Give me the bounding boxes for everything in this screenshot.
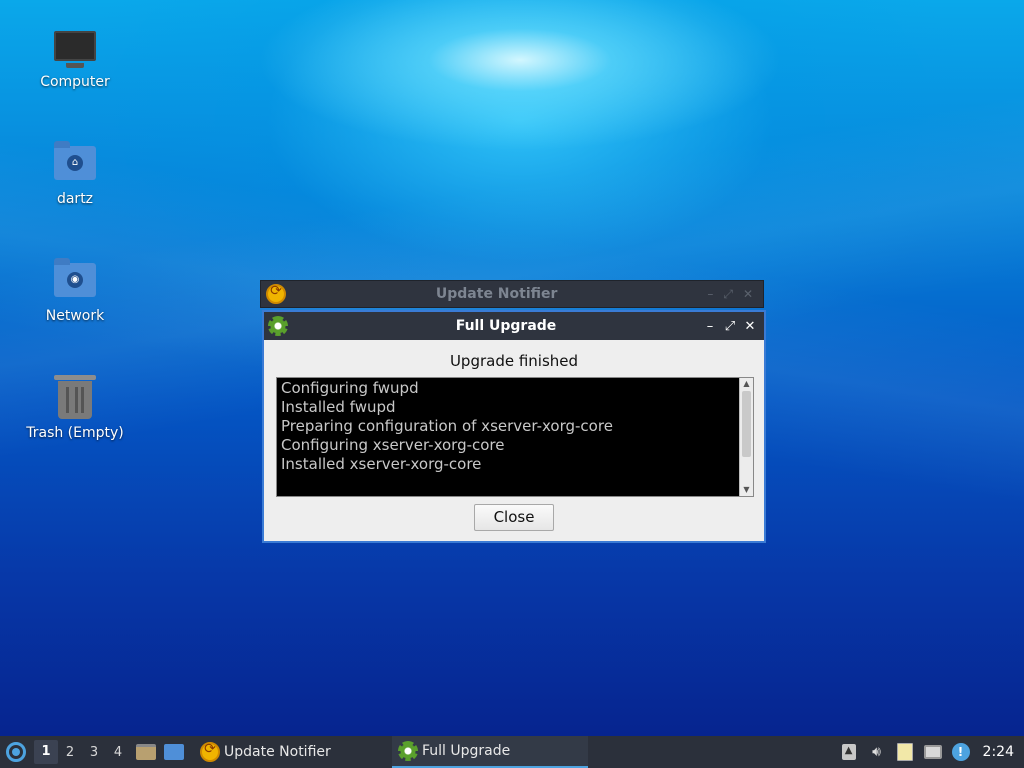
file-manager-icon <box>136 744 156 760</box>
network-folder-icon: ◉ <box>51 256 99 304</box>
task-label: Full Upgrade <box>422 743 511 759</box>
desktop-icon-trash[interactable]: Trash (Empty) <box>10 373 140 441</box>
desktop-icon-label: dartz <box>56 191 94 207</box>
full-upgrade-window[interactable]: Full Upgrade – ⤢ ✕ Upgrade finished Conf… <box>262 310 766 543</box>
show-desktop-icon <box>164 744 184 760</box>
status-heading: Upgrade finished <box>449 352 579 370</box>
log-line: Preparing configuration of xserver-xorg-… <box>281 417 613 435</box>
volume-button[interactable]: 🔊︎ <box>867 742 887 762</box>
log-line: Configuring xserver-xorg-core <box>281 436 505 454</box>
workspace-3[interactable]: 3 <box>82 745 106 760</box>
workspace-2[interactable]: 2 <box>58 745 82 760</box>
log-line: Installed fwupd <box>281 398 396 416</box>
desktop-icon-label: Network <box>45 308 105 324</box>
system-tray: ▲ 🔊︎ ! 2:24 <box>839 742 1024 762</box>
desktop-icon-label: Trash (Empty) <box>26 425 124 441</box>
show-desktop-button[interactable] <box>162 740 186 764</box>
gear-icon <box>268 316 288 336</box>
file-manager-launcher[interactable] <box>134 740 158 764</box>
clock[interactable]: 2:24 <box>979 744 1020 760</box>
log-lines: Configuring fwupd Installed fwupd Prepar… <box>277 378 739 496</box>
scrollbar-thumb[interactable] <box>742 391 751 457</box>
update-notifier-icon <box>200 741 220 762</box>
clipboard-icon <box>896 743 913 761</box>
home-folder-icon: ⌂ <box>51 139 99 187</box>
computer-icon <box>51 22 99 70</box>
close-button[interactable]: Close <box>474 504 554 531</box>
close-window-button[interactable]: ✕ <box>740 319 760 334</box>
log-output[interactable]: Configuring fwupd Installed fwupd Prepar… <box>276 377 754 497</box>
window-title: Update Notifier <box>435 286 558 302</box>
desktop-icon-network[interactable]: ◉ Network <box>10 256 140 324</box>
desktop-icon-home[interactable]: ⌂ dartz <box>10 139 140 207</box>
volume-icon: 🔊︎ <box>872 744 881 760</box>
update-notifier-window[interactable]: Update Notifier – ⤢ ✕ <box>260 280 764 308</box>
taskbar: 1 2 3 4 Update Notifier Full Upgrade ▲ 🔊… <box>0 736 1024 768</box>
task-label: Update Notifier <box>224 744 331 760</box>
removable-media-button[interactable]: ▲ <box>839 742 859 762</box>
log-scrollbar[interactable]: ▲ ▼ <box>739 378 753 496</box>
desktop-icon-computer[interactable]: Computer <box>10 22 140 90</box>
clipboard-button[interactable] <box>895 742 915 762</box>
network-button[interactable] <box>923 742 943 762</box>
log-line: Configuring fwupd <box>281 379 419 397</box>
window-title: Full Upgrade <box>455 318 557 334</box>
network-icon <box>923 745 942 759</box>
desktop-icon-label: Computer <box>40 74 110 90</box>
trash-icon <box>51 373 99 421</box>
lxqt-menu-icon <box>6 742 26 762</box>
task-full-upgrade[interactable]: Full Upgrade <box>392 736 588 768</box>
log-line: Installed xserver-xorg-core <box>281 455 482 473</box>
eject-icon: ▲ <box>841 744 856 760</box>
update-notifier-icon <box>266 283 286 304</box>
task-update-notifier[interactable]: Update Notifier <box>194 736 384 768</box>
update-notification-button[interactable]: ! <box>951 742 971 762</box>
gear-icon <box>398 741 418 761</box>
workspace-1[interactable]: 1 <box>34 740 58 764</box>
maximize-button[interactable]: ⤢ <box>723 287 733 302</box>
maximize-button[interactable]: ⤢ <box>720 319 740 334</box>
minimize-button[interactable]: – <box>707 287 713 302</box>
scroll-up-icon[interactable]: ▲ <box>740 378 753 390</box>
title-bar[interactable]: Full Upgrade – ⤢ ✕ <box>264 312 764 340</box>
scroll-down-icon[interactable]: ▼ <box>740 484 753 496</box>
start-menu-button[interactable] <box>2 738 30 766</box>
minimize-button[interactable]: – <box>700 319 720 334</box>
notification-icon: ! <box>951 743 970 761</box>
workspace-4[interactable]: 4 <box>106 745 130 760</box>
close-button[interactable]: ✕ <box>743 287 753 302</box>
